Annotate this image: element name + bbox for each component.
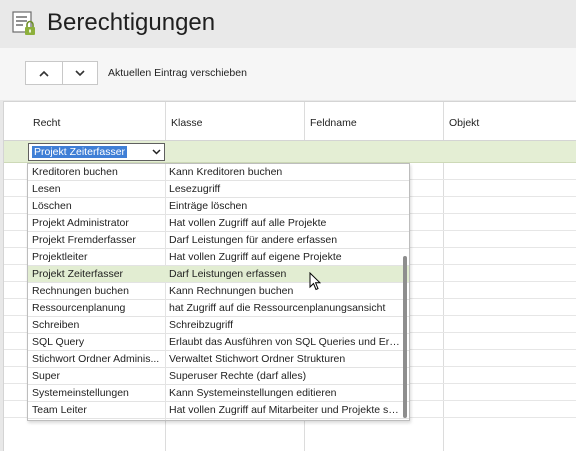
recht-combobox[interactable]: Projekt Zeiterfasser <box>28 143 165 161</box>
edit-row[interactable]: Projekt Zeiterfasser <box>4 141 576 163</box>
chevron-up-icon <box>39 70 49 77</box>
dropdown-item[interactable]: Ressourcenplanung hat Zugriff auf die Res… <box>28 300 409 317</box>
dropdown-item[interactable]: Kreditoren buchen Kann Kreditoren buchen <box>28 164 409 181</box>
dropdown-item-selected[interactable]: Projekt Zeiterfasser Darf Leistungen erfa… <box>28 266 409 283</box>
mouse-pointer-icon <box>309 272 321 291</box>
dropdown-item[interactable]: Schreiben Schreibzugriff <box>28 317 409 334</box>
dropdown-item[interactable]: Projektleiter Hat vollen Zugriff auf eige… <box>28 249 409 266</box>
dropdown-item[interactable]: Lesen Lesezugriff <box>28 181 409 198</box>
dropdown-scrollbar[interactable] <box>403 256 407 418</box>
combobox-value: Projekt Zeiterfasser <box>32 146 128 158</box>
title-bar: Berechtigungen <box>0 0 576 48</box>
column-header-recht[interactable]: Recht <box>33 117 60 129</box>
grid-header: Recht Klasse Feldname Objekt <box>4 102 576 141</box>
column-header-feldname[interactable]: Feldname <box>310 117 357 129</box>
recht-dropdown-list[interactable]: Kreditoren buchen Kann Kreditoren buchen … <box>27 163 410 421</box>
chevron-down-icon[interactable] <box>148 144 164 160</box>
dropdown-item[interactable]: Stichwort Ordner Adminis... Verwaltet Sti… <box>28 351 409 368</box>
move-down-button[interactable] <box>61 62 98 84</box>
dropdown-item[interactable]: Löschen Einträge löschen <box>28 198 409 215</box>
column-header-klasse[interactable]: Klasse <box>171 117 203 129</box>
move-up-button[interactable] <box>26 62 62 84</box>
move-entry-label: Aktuellen Eintrag verschieben <box>108 67 247 79</box>
permissions-list-lock-icon <box>12 11 35 35</box>
toolbar: Aktuellen Eintrag verschieben <box>0 48 576 100</box>
dropdown-item[interactable]: Super Superuser Rechte (darf alles) <box>28 368 409 385</box>
dropdown-item[interactable]: Projekt Administrator Hat vollen Zugriff … <box>28 215 409 232</box>
dropdown-item[interactable]: Systemeinstellungen Kann Systemeinstellun… <box>28 385 409 402</box>
dropdown-item[interactable]: Rechnungen buchen Kann Rechnungen buchen <box>28 283 409 300</box>
dropdown-item[interactable]: SQL Query Erlaubt das Ausführen von SQL Q… <box>28 334 409 351</box>
move-button-group <box>25 61 98 85</box>
column-header-objekt[interactable]: Objekt <box>449 117 479 129</box>
dropdown-item[interactable]: Projekt Fremderfasser Darf Leistungen für… <box>28 232 409 249</box>
page-title: Berechtigungen <box>47 9 216 36</box>
dropdown-item[interactable]: Team Leiter Hat vollen Zugriff auf Mitarb… <box>28 402 409 419</box>
chevron-down-icon <box>75 69 85 76</box>
